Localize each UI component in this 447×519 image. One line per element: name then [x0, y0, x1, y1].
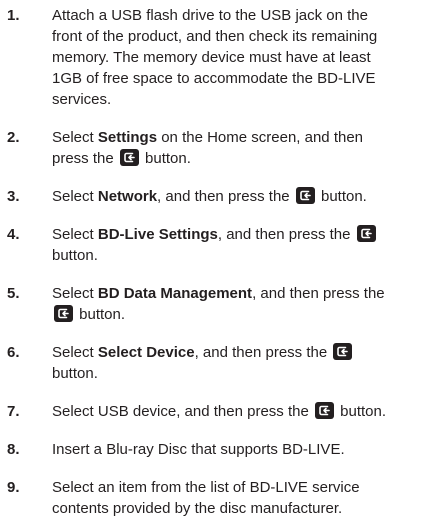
- enter-button-icon: [314, 402, 334, 419]
- enter-button-icon: [356, 225, 376, 242]
- step-text-segment: Select: [52, 344, 98, 361]
- step-text-segment: , and then press the: [157, 188, 294, 205]
- step-text: Select an item from the list of BD-LIVE …: [52, 477, 442, 519]
- step-number: 2.: [7, 129, 20, 146]
- step-text-segment: button.: [316, 188, 367, 205]
- step-text-segment: button.: [335, 403, 387, 420]
- step-text-segment: Select: [52, 188, 98, 205]
- step-text: Select Network, and then press the butto…: [52, 186, 442, 207]
- enter-button-icon: [333, 343, 353, 360]
- step-text: Select USB device, and then press the bu…: [52, 401, 442, 422]
- enter-button-icon: [295, 187, 315, 204]
- enter-button-icon: [119, 149, 139, 166]
- menu-option-name: Settings: [97, 129, 158, 146]
- step-text-segment: button.: [140, 150, 191, 167]
- step-text-segment: Select: [52, 129, 98, 146]
- step-number: 7.: [7, 403, 20, 420]
- menu-option-name: BD-Live Settings: [97, 226, 218, 243]
- menu-option-name: BD Data Management: [97, 285, 253, 302]
- menu-option-name: Select Device: [97, 344, 195, 361]
- enter-button-icon: [54, 305, 73, 322]
- step-text-segment: , and then press the: [194, 344, 332, 361]
- step-number: 3.: [7, 188, 20, 205]
- step-text: Attach a USB flash drive to the USB jack…: [52, 5, 442, 110]
- step-number: 1.: [7, 7, 20, 24]
- step-text-segment: button.: [52, 365, 98, 382]
- step-text: Insert a Blu-ray Disc that supports BD-L…: [52, 439, 442, 460]
- step-number: 8.: [7, 441, 20, 458]
- step-number: 6.: [7, 344, 20, 361]
- step-text-segment: Select USB device, and then press the: [52, 403, 313, 420]
- step-text-segment: Select an item from the list of BD-LIVE …: [52, 479, 360, 517]
- menu-option-name: Network: [97, 188, 158, 205]
- step-text-segment: Insert a Blu-ray Disc that supports BD-L…: [52, 441, 345, 458]
- step-text: Select Select Device, and then press the…: [52, 342, 442, 384]
- step-text-segment: button.: [52, 247, 98, 264]
- step-number: 4.: [7, 226, 20, 243]
- step-text: Select Settings on the Home screen, and …: [52, 127, 442, 169]
- step-text-segment: , and then press the: [252, 285, 385, 302]
- step-text-segment: button.: [75, 306, 126, 323]
- step-number: 9.: [7, 479, 20, 496]
- step-text-segment: , and then press the: [217, 226, 355, 243]
- step-text: Select BD Data Management, and then pres…: [52, 283, 442, 325]
- step-text-segment: Select: [52, 285, 98, 302]
- step-number: 5.: [7, 285, 20, 302]
- step-text-segment: Select: [52, 226, 98, 243]
- step-text-segment: Attach a USB flash drive to the USB jack…: [52, 7, 378, 108]
- step-text: Select BD-Live Settings, and then press …: [52, 224, 442, 266]
